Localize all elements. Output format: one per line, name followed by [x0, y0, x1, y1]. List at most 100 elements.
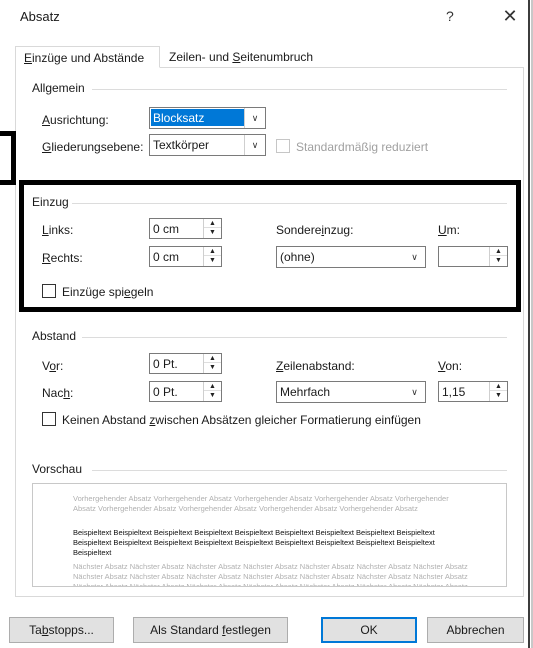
divider [92, 89, 507, 90]
section-heading-vorschau: Vorschau [32, 462, 83, 476]
divider [92, 470, 507, 471]
triangle-down-icon[interactable]: ▼ [490, 256, 507, 265]
abbrechen-button[interactable]: Abbrechen [427, 617, 524, 643]
von-value: 1,15 [442, 385, 466, 399]
tab-label: inzüge und Abstände [32, 51, 145, 65]
dialog-title: Absatz [20, 9, 60, 24]
mnemonic: G [42, 140, 52, 154]
tab-einzuege-abstaende[interactable]: Einzüge und Abstände [15, 46, 160, 68]
mnemonic: U [438, 223, 447, 237]
sondereinzug-select[interactable]: (ohne) ∨ [276, 246, 426, 268]
tab-label: eitenumbruch [240, 50, 314, 64]
label-rest: liederungsebene: [51, 140, 144, 154]
label-pre: Sondere [276, 223, 322, 237]
tab-label-pre: Zeilen- und [169, 50, 233, 64]
spin-arrows: ▲ ▼ [203, 219, 221, 238]
ausrichtung-value: Blocksatz [151, 109, 245, 126]
einzuege-spiegeln-label: Einzüge spiegeln [62, 285, 153, 299]
rechts-spinner[interactable]: 0 cm ▲ ▼ [149, 246, 222, 267]
ok-button[interactable]: OK [321, 617, 417, 643]
keinen-abstand-checkbox[interactable] [42, 412, 56, 426]
spin-arrows: ▲ ▼ [203, 382, 221, 401]
section-heading-abstand: Abstand [32, 329, 77, 343]
label-rest: on: [445, 359, 463, 373]
mnemonic: L [42, 223, 49, 237]
triangle-down-icon[interactable]: ▼ [204, 256, 221, 265]
spin-arrows: ▲ ▼ [203, 354, 221, 373]
triangle-up-icon[interactable]: ▲ [204, 382, 221, 391]
preview-sample-paragraph: Beispieltext Beispieltext Beispieltext B… [73, 528, 435, 557]
von-spinner[interactable]: 1,15 ▲ ▼ [438, 381, 508, 402]
label-pre: Einzüge spi [62, 285, 125, 299]
links-value: 0 cm [153, 222, 180, 236]
links-label: Links: [42, 223, 73, 237]
label-pre: Nac [42, 386, 64, 400]
rechts-value: 0 cm [153, 250, 180, 264]
vor-spinner[interactable]: 0 Pt. ▲ ▼ [149, 353, 222, 374]
sondereinzug-label: Sondereinzug: [276, 223, 353, 237]
zeilenabstand-select[interactable]: Mehrfach ∨ [276, 381, 426, 403]
ausrichtung-select[interactable]: Blocksatz ∨ [149, 107, 266, 129]
spin-arrows: ▲ ▼ [489, 247, 507, 266]
button-label-rest: stopps... [48, 623, 94, 637]
ausrichtung-label: Ausrichtung: [42, 113, 109, 127]
einzuege-spiegeln-checkbox[interactable] [42, 284, 56, 298]
divider [82, 337, 507, 338]
chevron-down-icon[interactable]: ∨ [404, 247, 425, 267]
help-icon[interactable]: ? [446, 8, 454, 24]
preview-previous-paragraph: Vorhergehender Absatz Vorhergehender Abs… [73, 494, 449, 513]
keinen-abstand-label: Keinen Abstand zwischen Absätzen gleiche… [62, 413, 421, 427]
vor-value: 0 Pt. [153, 357, 178, 371]
tabstopps-button[interactable]: Tabstopps... [9, 617, 114, 643]
spin-arrows: ▲ ▼ [489, 382, 507, 401]
chevron-down-icon[interactable]: ∨ [404, 382, 425, 402]
triangle-up-icon[interactable]: ▲ [490, 247, 507, 256]
label-rest: nzug: [324, 223, 354, 237]
sondereinzug-value: (ohne) [280, 250, 315, 264]
section-heading-einzug: Einzug [32, 195, 69, 209]
label-rest: eilenabstand: [283, 359, 355, 373]
triangle-up-icon[interactable]: ▲ [204, 354, 221, 363]
triangle-up-icon[interactable]: ▲ [204, 219, 221, 228]
chevron-down-icon[interactable]: ∨ [244, 135, 265, 155]
tab-zeilen-seitenumbruch[interactable]: Zeilen- und Seitenumbruch [161, 46, 321, 68]
von-label: Von: [438, 359, 462, 373]
section-heading-allgemein: Allgemein [32, 81, 85, 95]
triangle-down-icon[interactable]: ▼ [204, 391, 221, 400]
label-rest: r: [56, 359, 64, 373]
nach-spinner[interactable]: 0 Pt. ▲ ▼ [149, 381, 222, 402]
triangle-up-icon[interactable]: ▲ [204, 247, 221, 256]
chevron-down-icon[interactable]: ∨ [244, 108, 265, 128]
label-rest: m: [446, 223, 461, 237]
links-spinner[interactable]: 0 cm ▲ ▼ [149, 218, 222, 239]
vor-label: Vor: [42, 359, 63, 373]
gliederungsebene-label: Gliederungsebene: [42, 140, 143, 154]
gliederungsebene-select[interactable]: Textkörper ∨ [149, 134, 266, 156]
spin-arrows: ▲ ▼ [203, 247, 221, 266]
preview-next-paragraph: Nächster Absatz Nächster Absatz Nächster… [73, 562, 468, 587]
triangle-up-icon[interactable]: ▲ [490, 382, 507, 391]
triangle-down-icon[interactable]: ▼ [204, 363, 221, 372]
mnemonic: A [42, 113, 51, 127]
close-icon[interactable]: ✕ [496, 4, 524, 28]
button-label-pre: Ta [29, 623, 42, 637]
um-label: Um: [438, 223, 460, 237]
label-rest: geln [130, 285, 154, 299]
zeilenabstand-value: Mehrfach [280, 385, 331, 399]
label-rest: : [70, 386, 74, 400]
preview-box: Vorhergehender Absatz Vorhergehender Abs… [32, 483, 507, 587]
standard-reduziert-checkbox[interactable] [276, 139, 290, 153]
label-rest: usrichtung: [50, 113, 109, 127]
label-rest: wischen Absätzen gleicher Formatierung e… [155, 413, 421, 427]
um-spinner[interactable]: ▲ ▼ [438, 246, 508, 267]
als-standard-festlegen-button[interactable]: Als Standard festlegen [133, 617, 288, 643]
button-label-pre: Als Standard [150, 623, 223, 637]
mnemonic: e [124, 285, 131, 299]
zeilenabstand-label: Zeilenabstand: [276, 359, 355, 373]
mnemonic: b [41, 623, 49, 637]
triangle-down-icon[interactable]: ▼ [490, 391, 507, 400]
label-pre: Keinen Abstand [62, 413, 150, 427]
tab-mnemonic: E [24, 51, 33, 65]
standard-reduziert-label: Standardmäßig reduziert [296, 140, 429, 154]
triangle-down-icon[interactable]: ▼ [204, 228, 221, 237]
